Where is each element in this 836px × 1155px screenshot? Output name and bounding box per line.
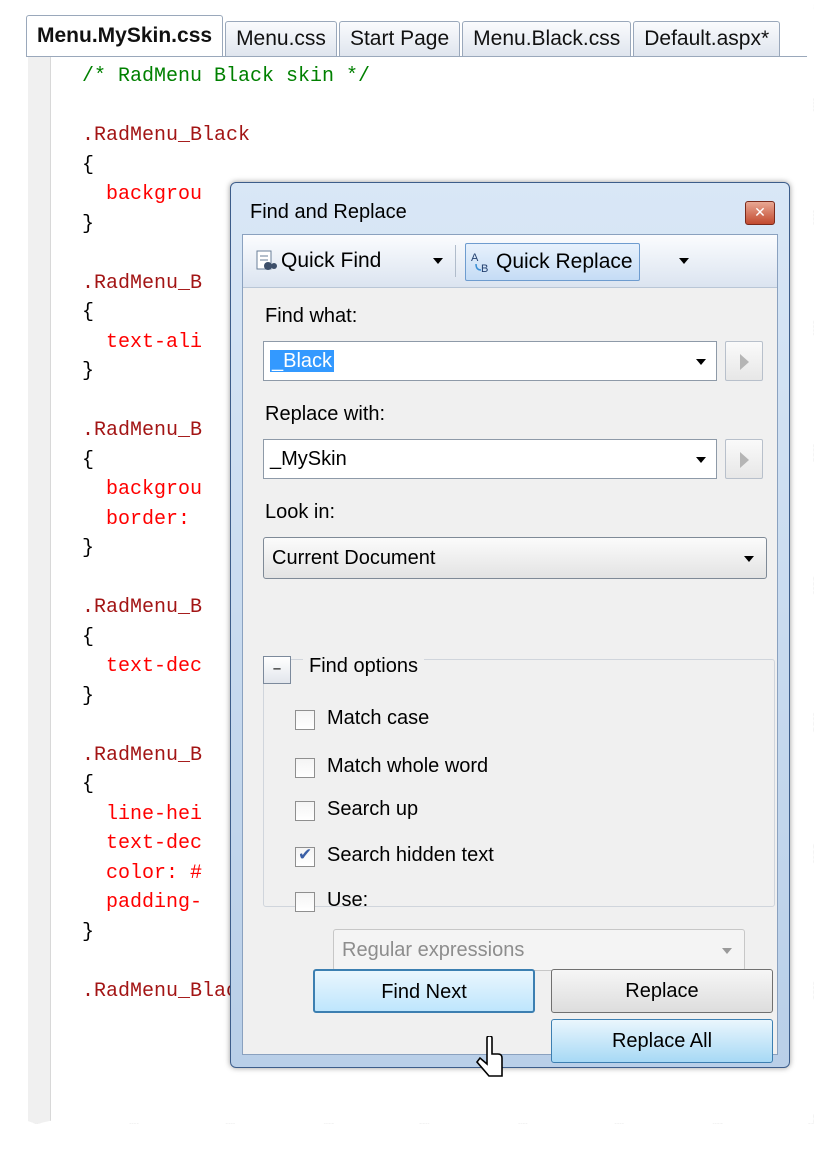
- chevron-down-icon: [722, 948, 732, 954]
- use-checkbox[interactable]: [295, 892, 315, 912]
- close-icon: ✕: [754, 205, 766, 221]
- svg-text:B: B: [481, 263, 488, 274]
- arrow-right-icon: [740, 354, 749, 370]
- search-hidden-text-label[interactable]: Search hidden text: [327, 844, 494, 867]
- quick-find-dropdown[interactable]: [433, 243, 443, 279]
- look-in-value: Current Document: [272, 547, 436, 569]
- collapse-options-button[interactable]: –: [263, 656, 291, 684]
- use-type-select[interactable]: Regular expressions: [333, 929, 745, 971]
- arrow-right-icon: [740, 452, 749, 468]
- look-in-label: Look in:: [265, 501, 336, 523]
- toolbar-separator: [455, 245, 456, 277]
- editor-gutter: [28, 57, 51, 1124]
- search-hidden-text-checkbox[interactable]: [295, 845, 315, 867]
- use-type-value: Regular expressions: [342, 939, 525, 961]
- find-what-input[interactable]: _Black: [263, 341, 717, 381]
- dialog-body: Quick Find A B Quick Replace Find what: …: [242, 234, 778, 1063]
- code-line: {: [82, 153, 95, 177]
- find-what-label: Find what:: [265, 305, 358, 327]
- screenshot-frame: Menu.MySkin.css Menu.css Start Page Menu…: [4, 4, 814, 1124]
- replace-expression-builder-button[interactable]: [725, 439, 763, 479]
- mouse-cursor-icon: [476, 1036, 503, 1077]
- svg-text:A: A: [471, 252, 479, 264]
- replace-with-input[interactable]: _MySkin: [263, 439, 717, 479]
- tab-menu-black-css[interactable]: Menu.Black.css: [462, 21, 632, 56]
- replace-with-value: _MySkin: [270, 448, 347, 470]
- use-label[interactable]: Use:: [327, 889, 368, 912]
- find-mode-toolbar: Quick Find A B Quick Replace: [243, 235, 777, 288]
- replace-with-label: Replace with:: [265, 403, 386, 425]
- find-what-value: _Black: [270, 350, 335, 372]
- find-options-group: [263, 659, 775, 907]
- quick-replace-label: Quick Replace: [496, 250, 633, 273]
- close-button[interactable]: ✕: [745, 201, 775, 225]
- chevron-down-icon[interactable]: [696, 359, 706, 365]
- chevron-down-icon: [679, 258, 689, 265]
- editor-tab-bar: Menu.MySkin.css Menu.css Start Page Menu…: [26, 14, 814, 57]
- tab-menu-myskin-css[interactable]: Menu.MySkin.css: [26, 15, 224, 56]
- match-whole-word-label[interactable]: Match whole word: [327, 755, 488, 778]
- search-up-checkbox[interactable]: [295, 801, 315, 821]
- tab-start-page[interactable]: Start Page: [338, 21, 461, 56]
- look-in-select[interactable]: Current Document: [263, 537, 767, 579]
- replace-ab-icon: A B: [471, 252, 488, 274]
- tab-menu-css[interactable]: Menu.css: [225, 21, 337, 56]
- match-case-checkbox[interactable]: [295, 710, 315, 730]
- quick-find-label: Quick Find: [281, 249, 382, 272]
- search-up-label[interactable]: Search up: [327, 798, 418, 821]
- dialog-title: Find and Replace: [250, 201, 407, 223]
- replace-all-button[interactable]: Replace All: [551, 1019, 773, 1063]
- find-replace-dialog: Find and Replace ✕ Quick Find A B Quick …: [230, 182, 790, 1068]
- code-line: /* RadMenu Black skin */: [82, 65, 371, 88]
- replace-button[interactable]: Replace: [551, 969, 773, 1013]
- binoculars-document-icon: [256, 250, 277, 271]
- code-line: .RadMenu_Black: [82, 124, 251, 147]
- quick-replace-dropdown[interactable]: [679, 243, 689, 279]
- find-next-button[interactable]: Find Next: [313, 969, 535, 1013]
- quick-find-button[interactable]: Quick Find: [255, 243, 381, 279]
- chevron-down-icon: [744, 556, 754, 562]
- match-whole-word-checkbox[interactable]: [295, 758, 315, 778]
- chevron-down-icon[interactable]: [696, 457, 706, 463]
- find-options-label: Find options: [303, 655, 424, 678]
- tab-default-aspx[interactable]: Default.aspx*: [633, 21, 781, 56]
- minus-icon: –: [272, 658, 282, 679]
- find-expression-builder-button[interactable]: [725, 341, 763, 381]
- quick-replace-button[interactable]: A B Quick Replace: [465, 243, 640, 281]
- chevron-down-icon: [433, 258, 443, 265]
- match-case-label[interactable]: Match case: [327, 707, 429, 730]
